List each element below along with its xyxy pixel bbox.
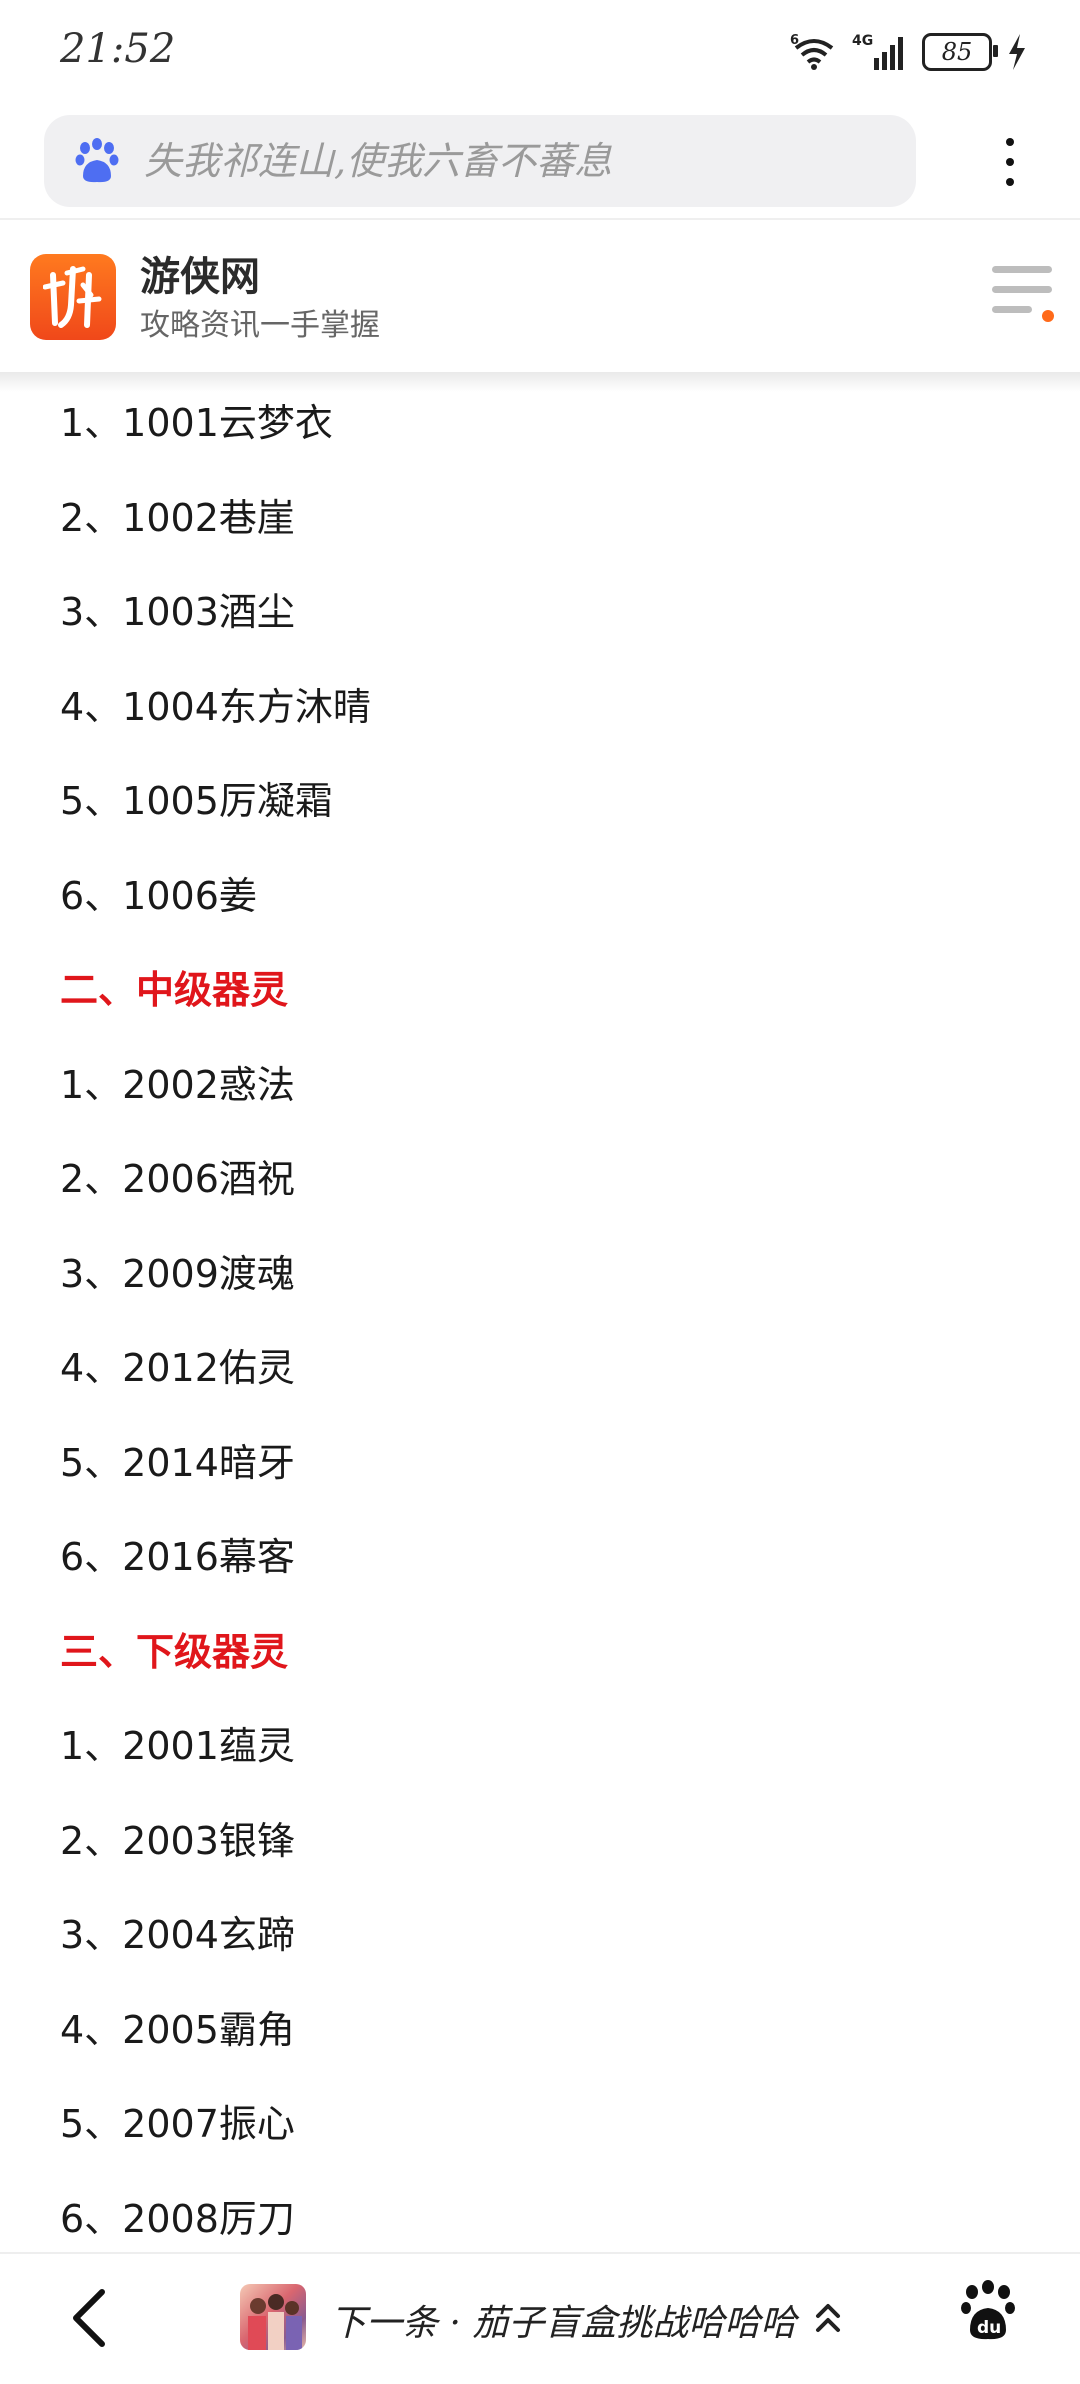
list-item: 5、2014暗牙 [60, 1441, 295, 1485]
battery-icon: 85 [922, 33, 998, 71]
baidu-home-icon[interactable]: du [960, 2280, 1016, 2340]
battery-level: 85 [941, 38, 973, 66]
search-box[interactable] [44, 115, 916, 207]
wifi-icon: 6 [790, 33, 834, 70]
next-article-thumbnail[interactable] [240, 2284, 306, 2350]
bottom-toolbar: 下一条 · 茄子盲盒挑战哈哈哈 du [0, 2252, 1080, 2384]
more-options-button[interactable] [980, 132, 1040, 192]
list-item: 5、1005厉凝霜 [60, 779, 333, 823]
list-item: 3、1003酒尘 [60, 590, 295, 634]
header-divider [0, 372, 1080, 392]
next-article-link[interactable]: 下一条 · 茄子盲盒挑战哈哈哈 [330, 2294, 796, 2346]
thumbnail-image-icon [248, 2294, 302, 2350]
cellular-signal-icon: 4G [852, 33, 903, 70]
network-type-label: 4G [852, 33, 873, 49]
list-item: 4、2005霸角 [60, 2008, 295, 2052]
back-arrow-icon[interactable] [62, 2286, 118, 2350]
list-item: 2、2003银锋 [60, 1819, 295, 1863]
list-item: 6、2016幕客 [60, 1535, 295, 1579]
more-dot-icon [1006, 138, 1014, 146]
site-logo[interactable] [30, 254, 116, 340]
list-item: 1、2001蕴灵 [60, 1724, 295, 1768]
list-item: 6、2008厉刀 [60, 2197, 295, 2241]
site-header: 游侠网 攻略资讯一手掌握 [0, 218, 1080, 392]
list-item: 3、2004玄蹄 [60, 1913, 295, 1957]
menu-line-icon [992, 266, 1052, 273]
site-slogan: 攻略资讯一手掌握 [140, 308, 380, 343]
list-item: 1、2002惑法 [60, 1063, 295, 1107]
more-dot-icon [1006, 178, 1014, 186]
menu-line-icon [992, 306, 1032, 313]
baidu-paw-icon [75, 138, 119, 183]
status-bar: 21:52 6 4G 85 [0, 0, 1080, 110]
site-name[interactable]: 游侠网 [140, 244, 260, 302]
menu-line-icon [992, 286, 1052, 293]
list-item: 2、2006酒祝 [60, 1157, 295, 1201]
list-item: 4、2012佑灵 [60, 1346, 295, 1390]
section-heading: 二、中级器灵 [60, 968, 289, 1012]
section-heading: 三、下级器灵 [60, 1630, 289, 1674]
double-chevron-up-icon[interactable] [812, 2300, 844, 2336]
list-item: 5、2007振心 [60, 2102, 295, 2146]
browser-search-row [0, 112, 1080, 216]
status-icons: 6 4G 85 [790, 30, 1028, 74]
list-item: 2、1002巷崖 [60, 496, 295, 540]
search-input[interactable] [142, 138, 886, 184]
list-item: 4、1004东方沐晴 [60, 685, 371, 729]
site-logo-glyph [43, 266, 102, 328]
list-item: 3、2009渡魂 [60, 1252, 295, 1296]
list-item: 1、1001云梦衣 [60, 401, 333, 445]
notification-dot-icon [1042, 310, 1054, 322]
more-dot-icon [1006, 158, 1014, 166]
list-item: 6、1006姜 [60, 874, 257, 918]
status-time: 21:52 [60, 26, 176, 72]
svg-text:du: du [977, 2318, 1001, 2338]
charging-icon [1009, 34, 1025, 70]
site-menu-button[interactable] [990, 264, 1054, 328]
